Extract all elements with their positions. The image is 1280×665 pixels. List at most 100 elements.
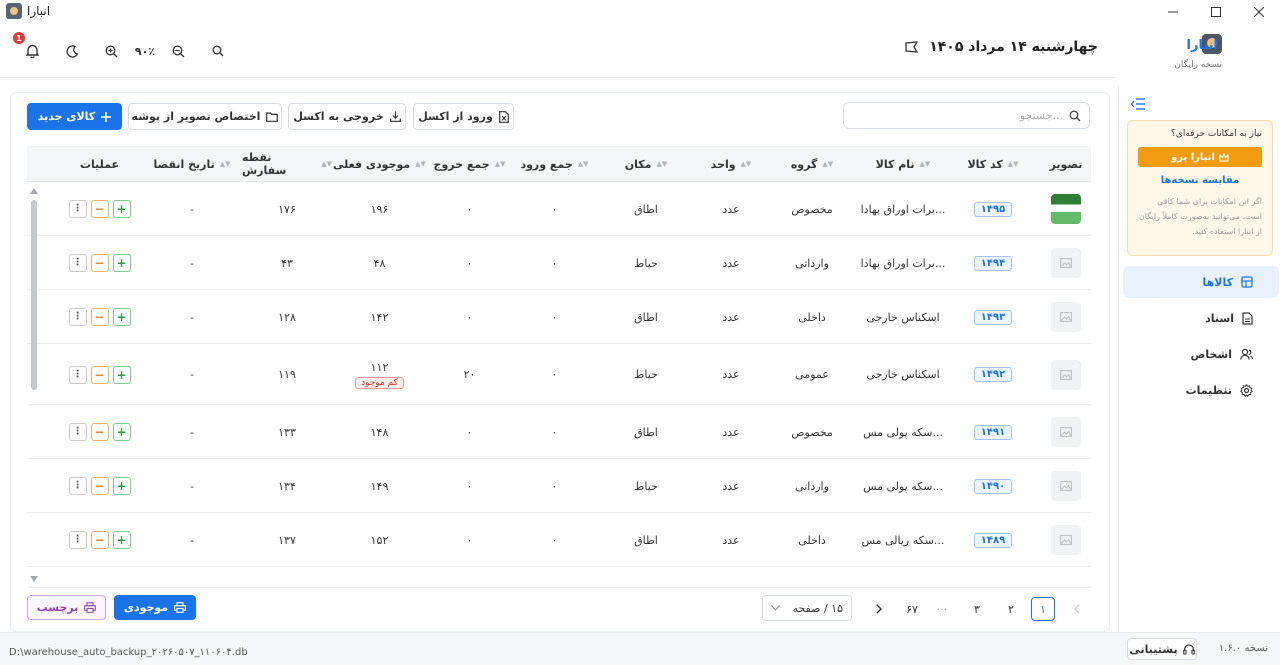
item-code-tag[interactable]: ۱۴۹۱	[973, 424, 1013, 440]
zoom-out-button[interactable]	[166, 39, 190, 63]
table-row[interactable]: ۱۴۹۱ سکه پولی مس... مخصوص عدد اطاق ۰ ۰ ۱۴۸ ۱۳۳ - ⋮…	[27, 406, 1091, 459]
table-row[interactable]: ۱۴۹۰ سکه پولی مس... وارداتی عدد حیاط ۰ ۰ ۱۴۹ ۱۳۴…	[27, 460, 1091, 513]
col-reorder-header[interactable]: نقطه سفارش ▲▼	[242, 146, 332, 182]
increase-stock-button[interactable]: +	[112, 531, 131, 549]
decrease-stock-button[interactable]: −	[90, 365, 109, 384]
col-location-header[interactable]: مکان ▲▼	[597, 146, 695, 182]
search-input[interactable]: جستجو...	[843, 102, 1090, 129]
more-options-button[interactable]: ⋮	[68, 365, 87, 384]
image-placeholder-icon[interactable]	[1051, 248, 1081, 278]
label-print-button[interactable]: برچسب	[27, 595, 106, 620]
product-image[interactable]	[1051, 194, 1081, 224]
decrease-stock-button[interactable]: −	[90, 423, 109, 441]
pro-upgrade-button[interactable]: انبارا پرو	[1138, 147, 1262, 167]
more-options-button[interactable]: ⋮	[68, 254, 87, 272]
dark-mode-button[interactable]	[60, 39, 84, 63]
sort-icon: ▲▼	[1007, 160, 1019, 168]
out-cell: ۲۰	[463, 368, 476, 381]
col-out-header[interactable]: جمع خروج ▲▼	[427, 146, 512, 182]
image-placeholder-icon[interactable]	[1051, 417, 1081, 447]
unit-cell: عدد	[722, 425, 740, 439]
col-stock-header[interactable]: موجودی فعلی ▲▼	[332, 146, 427, 182]
table-header: تصویر کد کالا ▲▼ نام کالا ▲▼ گروه ▲▼ واحد ▲▼…	[27, 146, 1091, 182]
item-code-tag[interactable]: ۱۴۹۳	[973, 309, 1013, 325]
table-row[interactable]: ۱۴۹۴ برات اوراق بهادا... وارداتی عدد حیاط ۰ ۰ ۴…	[27, 237, 1091, 290]
increase-stock-button[interactable]: +	[112, 365, 131, 384]
minimize-button[interactable]	[1150, 0, 1196, 24]
page-3[interactable]: ۳	[965, 597, 989, 621]
page-67[interactable]: ۶۷	[900, 597, 924, 621]
maximize-button[interactable]	[1193, 0, 1239, 24]
export-excel-button[interactable]: خروجی به اکسل	[288, 103, 406, 130]
prev-page-button[interactable]	[1067, 597, 1087, 621]
col-expiry-header[interactable]: تاریخ انقضا ▲▼	[142, 146, 242, 182]
status-bar: D:\warehouse_auto_backup_۲۰۲۶۰۵۰۷_۱۱۰۶۰۴…	[0, 632, 1280, 665]
new-item-button[interactable]: کالای جدید	[27, 103, 122, 130]
sidebar-item-documents[interactable]: اسناد	[1123, 302, 1279, 334]
page-size-select[interactable]: ۱۵ / صفحه	[762, 595, 852, 621]
item-code-tag[interactable]: ۱۴۸۹	[973, 532, 1013, 548]
global-search-button[interactable]	[206, 39, 230, 63]
image-placeholder-icon[interactable]	[1051, 359, 1081, 390]
brand-block: انبارا نسخه رایگان	[1118, 24, 1280, 86]
next-page-button[interactable]	[867, 597, 891, 621]
increase-stock-button[interactable]: +	[112, 423, 131, 441]
stock-value: ۱۱۲	[370, 360, 389, 374]
image-placeholder-icon[interactable]	[1051, 302, 1081, 332]
col-unit-header[interactable]: واحد ▲▼	[695, 146, 767, 182]
plus-icon	[101, 111, 112, 122]
page-ellipsis[interactable]: ···	[930, 597, 954, 621]
more-options-button[interactable]: ⋮	[68, 531, 87, 549]
decrease-stock-button[interactable]: −	[90, 200, 109, 218]
table-row[interactable]: ۱۴۹۳ اسکناس خارجی داخلی عدد اطاق ۰ ۰ ۱۴۲ ۱۲۸ - ⋮ − +	[27, 291, 1091, 344]
name-cell: اسکناس خارجی	[866, 368, 940, 381]
decrease-stock-button[interactable]: −	[90, 531, 109, 549]
support-button[interactable]: پشتیبانی	[1127, 638, 1197, 660]
decrease-stock-button[interactable]: −	[90, 477, 109, 495]
more-options-button[interactable]: ⋮	[68, 477, 87, 495]
stock-cell: ۱۴۲	[332, 291, 427, 343]
image-placeholder-icon[interactable]	[1051, 471, 1081, 501]
zoom-in-button[interactable]	[99, 39, 123, 63]
folder-icon	[266, 111, 279, 122]
increase-stock-button[interactable]: +	[112, 308, 131, 326]
more-options-button[interactable]: ⋮	[68, 200, 87, 218]
col-in-header[interactable]: جمع ورود ▲▼	[512, 146, 597, 182]
excel-file-icon	[498, 110, 509, 123]
item-code-tag[interactable]: ۱۴۹۲	[973, 367, 1013, 382]
page-2[interactable]: ۲	[999, 597, 1023, 621]
table-row-partial[interactable]	[27, 568, 1091, 588]
table-row[interactable]: ۱۴۹۲ اسکناس خارجی عمومی عدد حیاط ۰ ۲۰ ۱۱۲ کم موج…	[27, 345, 1091, 405]
more-options-button[interactable]: ⋮	[68, 308, 87, 326]
item-code-tag[interactable]: ۱۴۹۰	[973, 478, 1013, 494]
col-group-header[interactable]: گروه ▲▼	[767, 146, 857, 182]
more-options-button[interactable]: ⋮	[68, 423, 87, 441]
import-excel-button[interactable]: ورود از اکسل	[413, 103, 514, 130]
scrollbar-thumb[interactable]	[31, 200, 37, 390]
item-code-tag[interactable]: ۱۴۹۴	[973, 255, 1013, 271]
close-button[interactable]	[1236, 0, 1280, 24]
sidebar-collapse-button[interactable]	[1131, 98, 1145, 110]
table-row[interactable]: ۱۴۸۹ سکه ریالی مس... داخلی عدد اطاق ۰ ۰ ۱۵۲ ۱۳۷ -…	[27, 514, 1091, 567]
increase-stock-button[interactable]: +	[112, 254, 131, 272]
col-code-header[interactable]: کد کالا ▲▼	[949, 146, 1037, 182]
notification-count-badge: 1	[13, 32, 25, 44]
increase-stock-button[interactable]: +	[112, 477, 131, 495]
item-code-tag[interactable]: ۱۴۹۵	[973, 201, 1013, 217]
decrease-stock-button[interactable]: −	[90, 254, 109, 272]
notifications-button[interactable]	[20, 39, 44, 63]
sidebar-item-persons[interactable]: اشخاص	[1123, 338, 1279, 370]
sidebar-item-products[interactable]: کالاها	[1123, 266, 1279, 298]
decrease-stock-button[interactable]: −	[90, 308, 109, 326]
stock-print-button[interactable]: موجودی	[114, 595, 196, 620]
col-name-header[interactable]: نام کالا ▲▼	[857, 146, 949, 182]
image-placeholder-icon[interactable]	[1051, 525, 1081, 555]
increase-stock-button[interactable]: +	[112, 200, 131, 218]
assign-images-button[interactable]: اختصاص تصویر از پوشه	[128, 103, 282, 130]
page-1[interactable]: ۱	[1031, 597, 1055, 621]
compare-editions-link[interactable]: مقایسه نسخه‌ها	[1138, 175, 1262, 186]
table-row[interactable]: ۱۴۹۵ برات اوراق بهادا... مخصوص عدد اطاق ۰ ۰ ۱۹۶…	[27, 183, 1091, 236]
table-scrollbar[interactable]	[29, 188, 38, 583]
download-icon	[389, 111, 401, 122]
sidebar-item-settings[interactable]: تنظیمات	[1123, 374, 1279, 406]
